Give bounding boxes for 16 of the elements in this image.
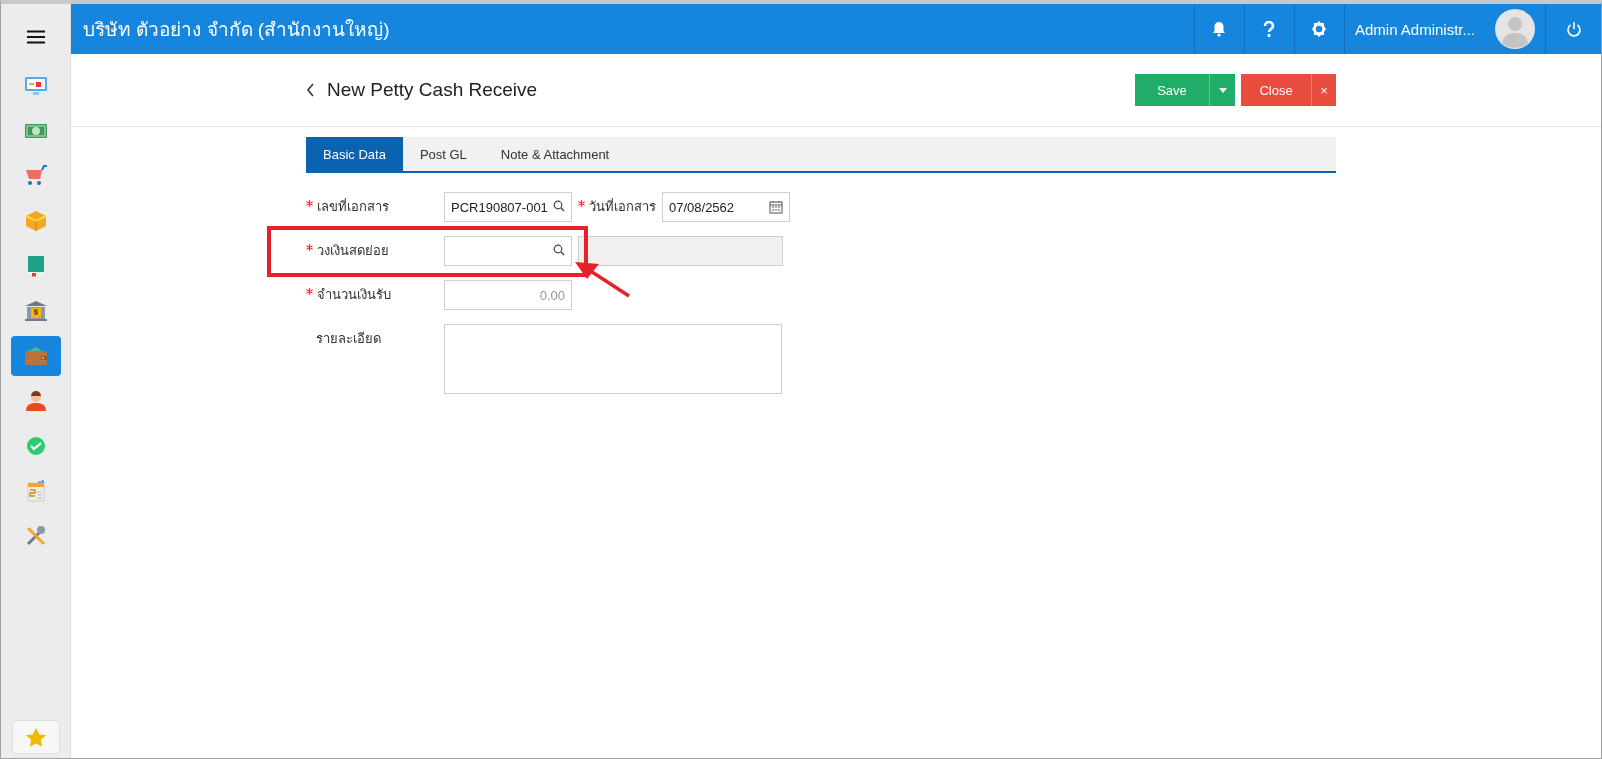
page-title: New Petty Cash Receive: [327, 79, 538, 101]
field-label: รายละเอียด: [315, 330, 382, 348]
user-name[interactable]: Admin Administr...: [1354, 20, 1475, 38]
field-label: เลขที่เอกสาร: [306, 192, 438, 222]
lookup-field[interactable]: PCR190807-001: [444, 192, 572, 222]
field-label: วันที่เอกสาร: [578, 192, 656, 222]
date-field[interactable]: 07/08/2562: [662, 192, 790, 222]
close-button[interactable]: Close: [1241, 74, 1311, 106]
field-label: จำนวนเงินรับ: [306, 280, 438, 310]
tab[interactable]: Note & Attachment: [483, 137, 627, 171]
company-name: บริษัท ตัวอย่าง จำกัด (สำนักงานใหญ่): [82, 18, 391, 42]
tab[interactable]: Post GL: [402, 137, 484, 171]
dismiss-button[interactable]: ×: [1311, 74, 1336, 106]
tab[interactable]: Basic Data: [306, 137, 403, 171]
field-label: วงเงินสดย่อย: [306, 236, 438, 266]
amount-field[interactable]: 0.00: [444, 280, 572, 310]
